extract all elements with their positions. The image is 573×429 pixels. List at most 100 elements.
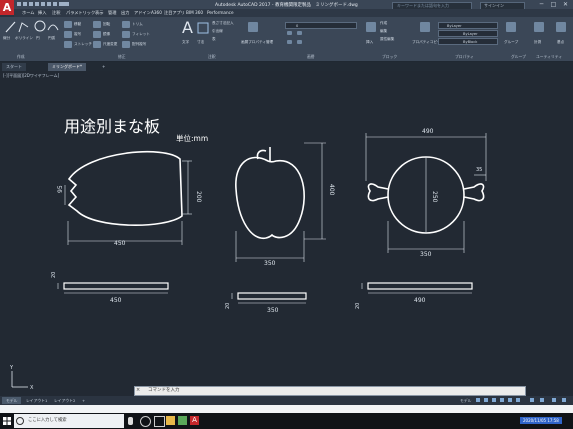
new-tab-button[interactable]: + xyxy=(98,63,109,71)
panel-draw[interactable]: 作成 xyxy=(17,54,25,60)
polar-icon[interactable] xyxy=(500,398,504,402)
panel-utilities[interactable]: ユーティリティ xyxy=(536,54,562,60)
tab-output[interactable]: 出力 xyxy=(121,10,129,16)
tab-start[interactable]: スタート xyxy=(2,63,26,71)
layer-iso-icon[interactable] xyxy=(297,40,302,44)
tab-manage[interactable]: 管理 xyxy=(108,10,116,16)
cortana-icon[interactable] xyxy=(140,416,151,427)
create-block-button[interactable]: 作成 xyxy=(380,21,387,26)
task-view-icon[interactable] xyxy=(154,416,165,427)
autocad-logo-icon[interactable]: A xyxy=(0,0,14,15)
snap-icon[interactable] xyxy=(484,398,488,402)
maximize-icon[interactable]: □ xyxy=(549,1,558,8)
linetype-dropdown[interactable]: ByLayer xyxy=(438,30,498,37)
panel-annotation[interactable]: 注釈 xyxy=(208,54,216,60)
tab-home[interactable]: ホーム xyxy=(22,10,34,16)
tab-layout1[interactable]: レイアウト1 xyxy=(22,397,51,404)
new-icon[interactable] xyxy=(17,2,21,6)
scale-icon[interactable] xyxy=(93,41,101,48)
fillet-icon[interactable] xyxy=(122,31,130,38)
save-as-icon[interactable] xyxy=(35,2,39,6)
model-space-button[interactable]: モデル xyxy=(456,397,475,404)
lineweight-dropdown[interactable]: ByBlock xyxy=(438,38,498,45)
edit-block-button[interactable]: 編集 xyxy=(380,29,387,34)
app-icon[interactable] xyxy=(178,416,187,425)
close-command-icon[interactable]: × xyxy=(136,387,140,393)
round-overall-dim: 490 xyxy=(422,128,434,135)
close-icon[interactable]: ✕ xyxy=(561,1,570,8)
layer-freeze-icon[interactable] xyxy=(297,31,302,35)
fish-notch-dim: 95 xyxy=(57,185,64,193)
rotate-icon[interactable] xyxy=(93,21,101,28)
minimize-icon[interactable]: ─ xyxy=(537,1,546,8)
tab-layout2[interactable]: レイアウト2 xyxy=(50,397,79,404)
add-layout-button[interactable]: + xyxy=(78,397,89,404)
ortho-icon[interactable] xyxy=(492,398,496,402)
open-icon[interactable] xyxy=(23,2,27,6)
taskbar-clock[interactable]: 2020/11/05 17:58 xyxy=(520,417,562,424)
layer-properties-icon[interactable] xyxy=(248,22,258,32)
workspace-dropdown[interactable] xyxy=(59,2,69,6)
group-icon[interactable] xyxy=(506,22,516,32)
microphone-icon[interactable] xyxy=(128,417,133,425)
command-line[interactable] xyxy=(134,386,526,396)
layer-state-icon[interactable] xyxy=(287,31,292,35)
tab-model[interactable]: モデル xyxy=(2,397,22,404)
tab-a360[interactable]: A360 xyxy=(151,10,162,15)
color-dropdown[interactable]: ByLayer xyxy=(438,22,498,29)
tab-addins[interactable]: アドイン xyxy=(134,10,151,16)
tab-parametric[interactable]: パラメトリック xyxy=(66,10,95,16)
match-properties-icon[interactable] xyxy=(420,22,430,32)
tab-featured-apps[interactable]: 注目アプリ xyxy=(164,10,185,16)
move-icon[interactable] xyxy=(64,21,72,28)
table-button[interactable]: 表 xyxy=(212,37,216,42)
osnap-icon[interactable] xyxy=(508,398,512,402)
drawing-canvas[interactable]: 用途別まな板 単位:mm 450 200 95 350 400 490 350 … xyxy=(0,71,573,391)
line-icon[interactable] xyxy=(4,20,30,34)
tab-drawing[interactable]: ミリングボード* xyxy=(48,63,86,71)
panel-properties[interactable]: プロパティ xyxy=(455,54,474,60)
panel-group[interactable]: グループ xyxy=(511,54,526,60)
tab-insert[interactable]: 挿入 xyxy=(38,10,46,16)
undo-icon[interactable] xyxy=(47,2,51,6)
copy-icon[interactable] xyxy=(64,31,72,38)
customize-icon[interactable] xyxy=(552,398,556,402)
tab-performance[interactable]: Performance xyxy=(207,10,234,15)
measure-icon[interactable] xyxy=(534,22,544,32)
save-icon[interactable] xyxy=(29,2,33,6)
tab-view[interactable]: 表示 xyxy=(95,10,103,16)
base-label: 基点 xyxy=(557,40,565,44)
mirror-icon[interactable] xyxy=(93,31,101,38)
workspace-icon[interactable] xyxy=(530,398,534,402)
trim-icon[interactable] xyxy=(122,21,130,28)
autocad-taskbar-icon[interactable]: A xyxy=(190,416,199,425)
dimension-icon[interactable] xyxy=(197,22,209,34)
panel-modify[interactable]: 修正 xyxy=(118,54,126,60)
windows-start-icon[interactable] xyxy=(3,417,11,425)
units-icon[interactable] xyxy=(540,398,544,402)
panel-block[interactable]: ブロック xyxy=(382,54,397,60)
file-explorer-icon[interactable] xyxy=(166,416,175,425)
leader-dropdown[interactable]: 引出線 xyxy=(212,29,223,34)
edit-attribute-button[interactable]: 属性編集 xyxy=(380,37,394,42)
taskbar-search-input[interactable]: ここに入力して検索 xyxy=(14,414,124,428)
text-icon[interactable]: A xyxy=(182,18,193,37)
command-input[interactable]: コマンドを入力 xyxy=(148,387,180,393)
redo-icon[interactable] xyxy=(53,2,57,6)
panel-layers[interactable]: 画層 xyxy=(307,54,315,60)
insert-icon[interactable] xyxy=(366,22,376,32)
layer-lock-icon[interactable] xyxy=(287,40,292,44)
grid-icon[interactable] xyxy=(476,398,480,402)
linear-dim-dropdown[interactable]: 長さ寸法記入 xyxy=(212,21,234,26)
stretch-icon[interactable] xyxy=(64,41,72,48)
arc-icon[interactable] xyxy=(47,20,59,32)
base-icon[interactable] xyxy=(556,22,566,32)
tab-bim360[interactable]: BIM 360 xyxy=(186,10,203,15)
array-icon[interactable] xyxy=(122,41,130,48)
fullscreen-icon[interactable] xyxy=(562,398,566,402)
tab-annotate[interactable]: 注釈 xyxy=(52,10,60,16)
circle-icon[interactable] xyxy=(34,20,46,32)
current-layer-dropdown[interactable]: 0 xyxy=(285,22,357,29)
plot-icon[interactable] xyxy=(41,2,45,6)
annotation-scale-icon[interactable] xyxy=(516,398,520,402)
